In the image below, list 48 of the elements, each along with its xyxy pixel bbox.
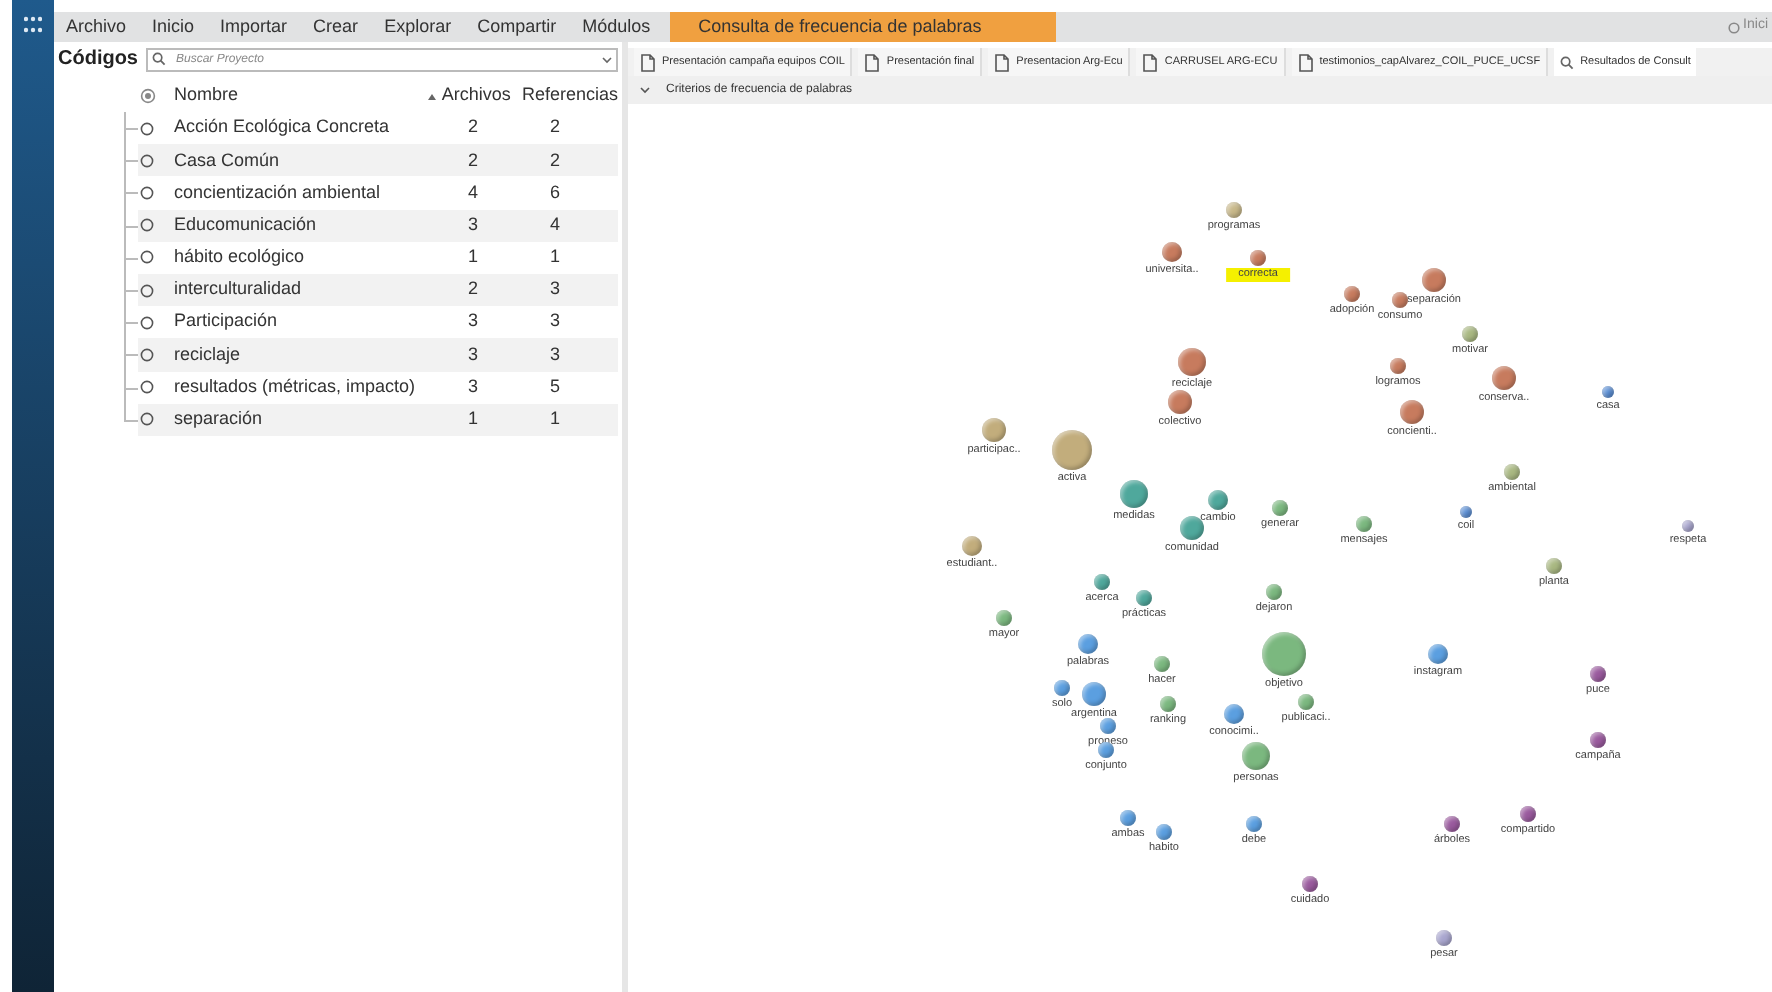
file-count: 3: [466, 373, 481, 400]
menu-item[interactable]: Compartir: [477, 13, 557, 41]
file-count: 1: [466, 406, 481, 433]
file-count: 3: [466, 308, 481, 335]
file-count: 2: [466, 147, 481, 174]
reference-count: 6: [548, 179, 561, 206]
code-row[interactable]: reciclaje 3 3: [138, 338, 618, 371]
column-header[interactable]: Nombre: [174, 82, 428, 110]
reference-count: 3: [548, 308, 561, 335]
code-name: concientización ambiental: [174, 179, 383, 206]
panel-title: Códigos: [58, 46, 138, 74]
code-name: reciclaje: [174, 341, 243, 368]
context-tab[interactable]: Consulta de frecuencia de palabras: [670, 12, 1057, 42]
file-count: 3: [466, 341, 481, 368]
code-name: hábito ecológico: [174, 244, 307, 271]
file-count: 2: [466, 114, 481, 141]
file-count: 1: [466, 244, 481, 271]
menu-item[interactable]: Inicio: [152, 13, 195, 41]
column-header[interactable]: Referencias: [521, 82, 618, 110]
reference-count: 5: [548, 373, 561, 400]
code-name: Acción Ecológica Concreta: [174, 114, 392, 141]
code-row[interactable]: interculturalidad 2 3: [138, 273, 618, 307]
reference-count: 3: [548, 341, 561, 368]
code-name: Participación: [174, 308, 280, 335]
menu-item[interactable]: Módulos: [582, 13, 651, 41]
menu-item[interactable]: Explorar: [384, 13, 452, 41]
file-count: 4: [466, 179, 481, 206]
reference-count: 1: [548, 244, 561, 271]
code-row[interactable]: Casa Común 2 2: [138, 144, 618, 177]
menu-item[interactable]: Crear: [313, 13, 359, 41]
code-name: interculturalidad: [174, 276, 304, 303]
reference-count: 1: [548, 406, 561, 433]
code-name: resultados (métricas, impacto): [174, 373, 418, 400]
code-name: separación: [174, 406, 265, 433]
code-row[interactable]: Educomunicación 3 4: [138, 209, 618, 242]
column-header[interactable]: Archivos: [427, 82, 522, 110]
menu-item[interactable]: Archivo: [66, 13, 127, 41]
code-row[interactable]: separación 1 1: [138, 403, 618, 436]
code-name: Casa Común: [174, 147, 282, 174]
code-row[interactable]: Participación 3 3: [138, 306, 618, 339]
reference-count: 4: [548, 211, 561, 238]
reference-count: 2: [548, 147, 561, 174]
reference-count: 3: [548, 276, 561, 303]
reference-count: 2: [548, 114, 561, 141]
code-name: Educomunicación: [174, 211, 319, 238]
menu-item[interactable]: Importar: [220, 13, 288, 41]
file-count: 2: [466, 276, 481, 303]
file-count: 3: [466, 211, 481, 238]
